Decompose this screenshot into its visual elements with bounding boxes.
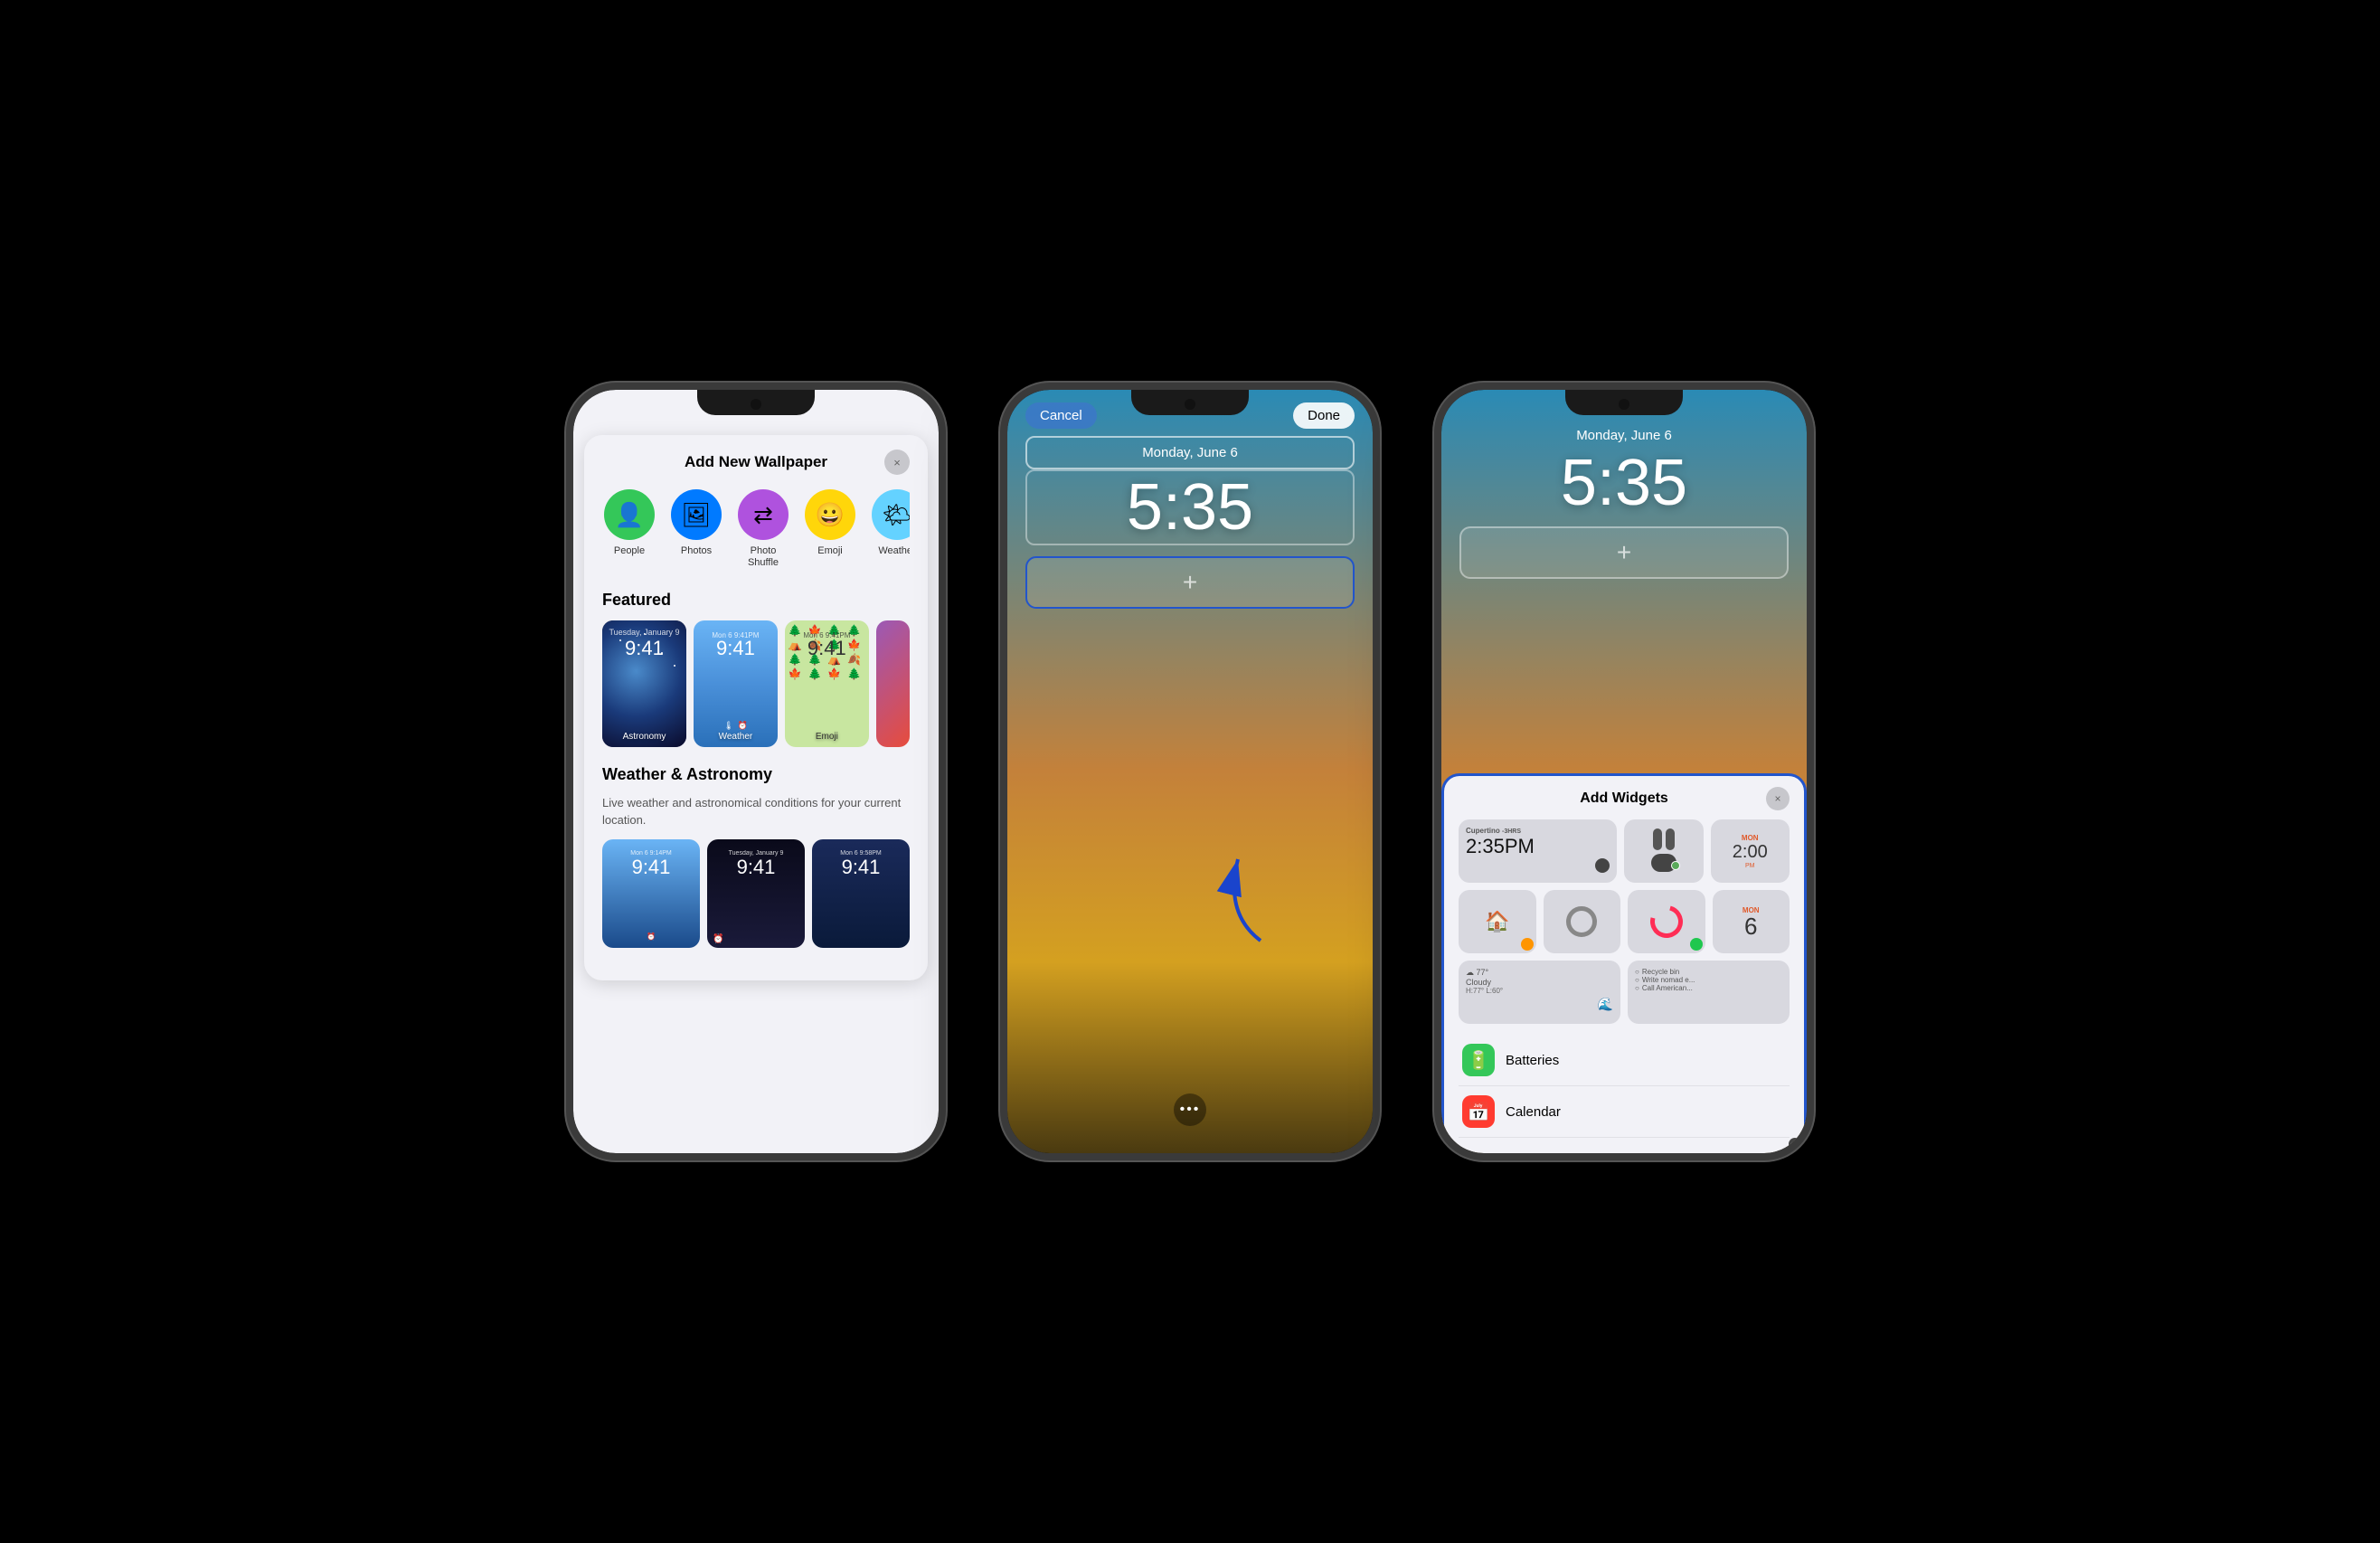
featured-emoji[interactable]: 🌲🍁🌲🌲 ⛺🍂🌲🍁 🌲🌲⛺🍂 🍁🌲🍁🌲 Mon 6 9:41PM 9:41 Em… <box>785 620 869 747</box>
arrow-container <box>1206 841 1279 954</box>
featured-astronomy[interactable]: Tuesday, January 9 9:41 Astronomy <box>602 620 686 747</box>
ls-time: 5:35 <box>1027 475 1353 540</box>
modal-header: Add New Wallpaper × <box>602 453 910 471</box>
weather-item-3[interactable]: Mon 6 9:58PM 9:41 <box>812 839 910 948</box>
blue-arrow <box>1206 841 1279 950</box>
three-dots[interactable]: ••• <box>1174 1093 1206 1126</box>
weather-astronomy-section: Weather & Astronomy Live weather and ast… <box>602 765 910 947</box>
emoji-type-icon: 😀 <box>805 489 855 540</box>
add-wallpaper-modal: Add New Wallpaper × 👤 People 🖼 Photos ⇄ … <box>584 435 928 980</box>
done-button[interactable]: Done <box>1293 402 1355 429</box>
weather-astronomy-desc: Live weather and astronomical conditions… <box>602 795 910 828</box>
phone-3: Monday, June 6 5:35 + Add Widgets × Cupe… <box>1434 383 1814 1160</box>
widget-row-3: ☁ 77° Cloudy H:77° L:60° 🌊 ○ Recycle bin… <box>1459 961 1790 1024</box>
camera-notch <box>751 399 761 410</box>
photos-label: Photos <box>681 545 712 557</box>
type-emoji[interactable]: 😀 Emoji <box>803 489 857 569</box>
calendar-icon: 📅 <box>1462 1095 1495 1128</box>
weather-wide-widget[interactable]: ☁ 77° Cloudy H:77° L:60° 🌊 <box>1459 961 1620 1024</box>
lockscreen-header: Cancel Done <box>1007 390 1373 436</box>
photo-shuffle-label: Photo Shuffle <box>736 545 790 569</box>
weather-grid: Mon 6 9:14PM 9:41 ⏰ Tuesday, January 9 9… <box>602 839 910 948</box>
batteries-label: Batteries <box>1506 1053 1559 1068</box>
phone3-screen: Monday, June 6 5:35 + Add Widgets × Cupe… <box>1441 390 1807 1153</box>
weather-astronomy-title: Weather & Astronomy <box>602 765 910 784</box>
weather-label: Weather <box>878 545 910 557</box>
modal-title: Add New Wallpaper <box>685 453 827 471</box>
type-photos[interactable]: 🖼 Photos <box>669 489 723 569</box>
reminders-widget[interactable]: ○ Recycle bin ○ Write nomad e... ○ Call … <box>1628 961 1790 1024</box>
featured-extra[interactable] <box>876 620 910 747</box>
gray-widget-1[interactable] <box>1544 890 1621 953</box>
wallpaper-types-row: 👤 People 🖼 Photos ⇄ Photo Shuffle 😀 Emoj… <box>602 489 910 569</box>
panel-close-button[interactable]: × <box>1766 787 1790 810</box>
phone-2: Cancel Done Monday, June 6 5:35 + ••• <box>1000 383 1380 1160</box>
featured-section-title: Featured <box>602 591 910 610</box>
calendar-label: Calendar <box>1506 1104 1561 1120</box>
people-label: People <box>614 545 645 557</box>
calendar-mini-widget[interactable]: MON 2:00 PM <box>1711 819 1790 883</box>
airpods-widget[interactable] <box>1624 819 1704 883</box>
emoji-featured-label: Emoji <box>785 732 869 742</box>
date-box[interactable]: Monday, June 6 <box>1025 436 1355 469</box>
widget-area[interactable]: + <box>1025 556 1355 609</box>
weather-featured-label: Weather <box>694 732 778 742</box>
modal-close-button[interactable]: × <box>884 450 910 475</box>
batteries-list-item[interactable]: 🔋 Batteries <box>1459 1035 1790 1086</box>
widget-row-1: Cupertino -3HRS 2:35PM MON <box>1459 819 1790 883</box>
phone3-widget-plus: + <box>1617 538 1631 567</box>
phone-1: Add New Wallpaper × 👤 People 🖼 Photos ⇄ … <box>566 383 946 1160</box>
calendar-list-item[interactable]: 📅 Calendar <box>1459 1086 1790 1138</box>
add-widgets-panel: Add Widgets × Cupertino -3HRS 2:35PM <box>1441 773 1807 1153</box>
phone2-screen: Cancel Done Monday, June 6 5:35 + ••• <box>1007 390 1373 1153</box>
camera-notch-2 <box>1185 399 1195 410</box>
astronomy-clock: 9:41 <box>602 637 686 660</box>
type-photo-shuffle[interactable]: ⇄ Photo Shuffle <box>736 489 790 569</box>
phone3-widget-area[interactable]: + <box>1459 526 1789 579</box>
emoji-clock: 9:41 <box>785 637 869 660</box>
activity-widget[interactable] <box>1628 890 1705 953</box>
weather-item-1[interactable]: Mon 6 9:14PM 9:41 ⏰ <box>602 839 700 948</box>
phone1-screen: Add New Wallpaper × 👤 People 🖼 Photos ⇄ … <box>573 390 939 1153</box>
featured-weather[interactable]: Mon 6 9:41PM 9:41 🌡⏰ Weather <box>694 620 778 747</box>
panel-title: Add Widgets <box>1580 790 1668 807</box>
phone3-time: 5:35 <box>1441 450 1807 516</box>
people-icon: 👤 <box>604 489 655 540</box>
photos-icon: 🖼 <box>671 489 722 540</box>
type-weather[interactable]: 🌤 Weather <box>870 489 910 569</box>
panel-header: Add Widgets × <box>1459 790 1790 807</box>
ls-date: Monday, June 6 <box>1036 441 1344 464</box>
weather-item-2[interactable]: Tuesday, January 9 9:41 ⏰ <box>707 839 805 948</box>
weather-clock-widget[interactable]: Cupertino -3HRS 2:35PM <box>1459 819 1617 883</box>
widget-row-2: 🏠 MON 6 <box>1459 890 1790 953</box>
calendar-day-widget[interactable]: MON 6 <box>1713 890 1790 953</box>
widget-plus-icon: + <box>1183 568 1197 597</box>
type-people[interactable]: 👤 People <box>602 489 656 569</box>
weather-type-icon: 🌤 <box>872 489 910 540</box>
featured-grid: Tuesday, January 9 9:41 Astronomy Mon 6 … <box>602 620 910 747</box>
astronomy-time: Tuesday, January 9 <box>602 628 686 637</box>
time-box[interactable]: 5:35 <box>1025 469 1355 545</box>
emoji-label: Emoji <box>817 545 843 557</box>
cancel-button[interactable]: Cancel <box>1025 402 1097 429</box>
batteries-icon: 🔋 <box>1462 1044 1495 1076</box>
photo-shuffle-icon: ⇄ <box>738 489 789 540</box>
home-widget[interactable]: 🏠 <box>1459 890 1536 953</box>
weather-clock: 9:41 <box>694 637 778 660</box>
astronomy-label: Astronomy <box>602 732 686 742</box>
camera-notch-3 <box>1619 399 1629 410</box>
